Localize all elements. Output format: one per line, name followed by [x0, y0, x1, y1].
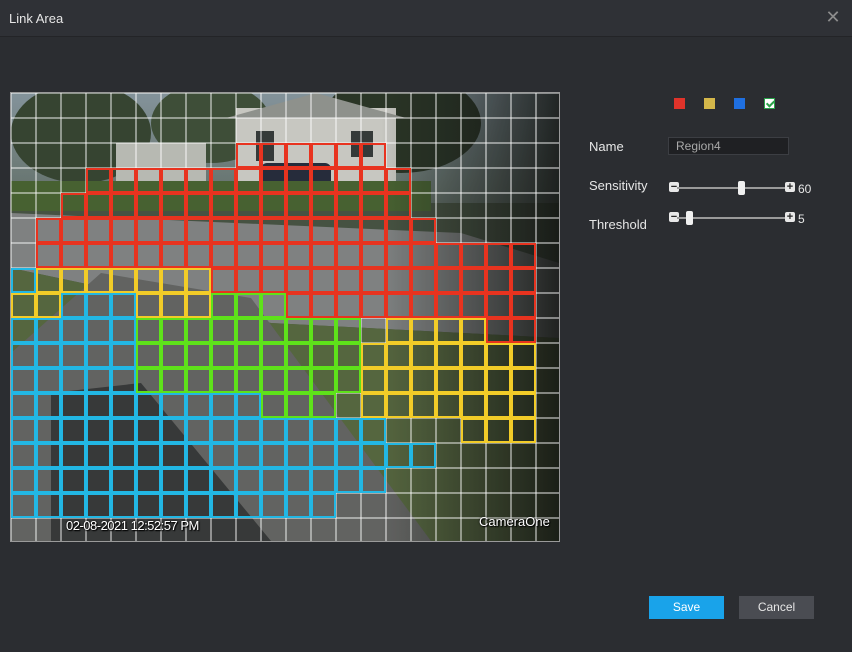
- name-label: Name: [589, 139, 624, 154]
- camera-scene: [11, 93, 559, 541]
- sensitivity-track[interactable]: [677, 187, 785, 189]
- osd-camera-name: CameraOne: [479, 514, 550, 529]
- threshold-increase-button[interactable]: +: [785, 212, 795, 223]
- name-input[interactable]: [668, 137, 789, 155]
- sensitivity-value: 60: [798, 182, 812, 196]
- blue-region-swatch[interactable]: [734, 98, 745, 109]
- yellow-region-swatch[interactable]: [704, 98, 715, 109]
- dialog-title: Link Area: [9, 11, 64, 26]
- sensitivity-increase-button[interactable]: +: [785, 182, 795, 193]
- threshold-thumb[interactable]: [685, 211, 693, 225]
- title-bar: Link Area ✕: [0, 0, 852, 37]
- cancel-button[interactable]: Cancel: [739, 596, 814, 619]
- threshold-label: Threshold: [589, 217, 647, 232]
- save-button[interactable]: Save: [649, 596, 724, 619]
- video-preview[interactable]: 02-08-2021 12:52:57 PM CameraOne: [10, 92, 560, 542]
- threshold-track[interactable]: [677, 217, 785, 219]
- green-region-swatch-selected[interactable]: [764, 98, 775, 109]
- close-icon[interactable]: ✕: [824, 8, 842, 26]
- sensitivity-thumb[interactable]: [738, 181, 745, 195]
- threshold-slider[interactable]: − +: [669, 211, 795, 225]
- sensitivity-label: Sensitivity: [589, 178, 648, 193]
- threshold-value: 5: [798, 212, 805, 226]
- sensitivity-slider[interactable]: − +: [669, 181, 795, 195]
- osd-timestamp: 02-08-2021 12:52:57 PM: [66, 518, 199, 533]
- red-region-swatch[interactable]: [674, 98, 685, 109]
